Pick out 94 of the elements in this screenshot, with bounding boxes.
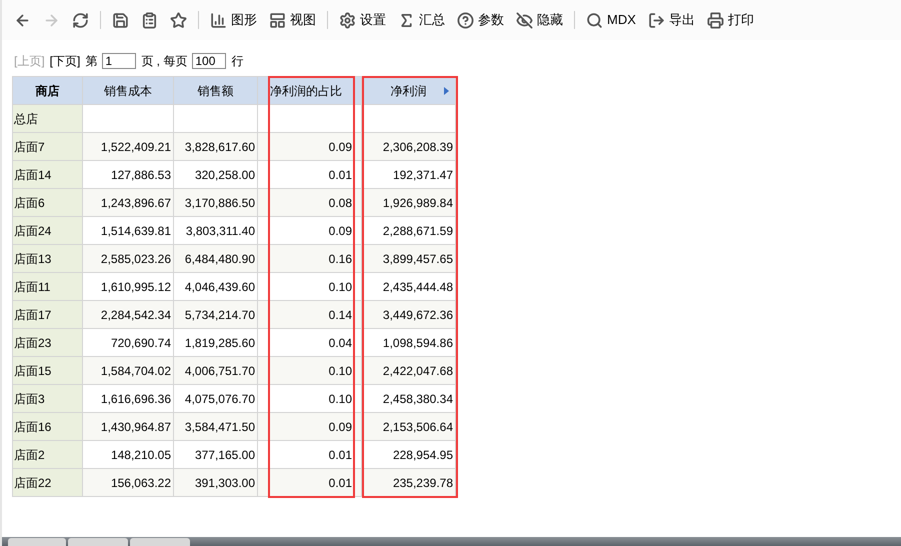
- table-cell: 1,610,995.12: [83, 273, 174, 301]
- table-cell: 1,514,639.81: [83, 217, 174, 245]
- table-cell: 320,258.00: [174, 161, 258, 189]
- per-page-field[interactable]: 100: [192, 53, 226, 69]
- toolbar-button[interactable]: 汇总: [394, 7, 449, 33]
- export-icon: [648, 12, 665, 28]
- table-cell: 0.09: [258, 413, 355, 441]
- table-cell: 2,306,208.39: [362, 133, 456, 161]
- table-cell: 2,458,380.34: [362, 385, 456, 413]
- store-cell: 店面2: [13, 441, 83, 469]
- table-cell: 0.01: [258, 469, 355, 497]
- table-cell: 148,210.05: [83, 441, 174, 469]
- table-cell: 3,584,471.50: [174, 413, 258, 441]
- table-cell: 1,584,704.02: [83, 357, 174, 385]
- store-cell: 店面15: [13, 357, 83, 385]
- table-cell: 228,954.95: [362, 441, 456, 469]
- table-cell: 1,243,896.67: [83, 189, 174, 217]
- page-label: 第: [85, 53, 98, 70]
- per-page-label: 页 , 每页: [141, 53, 188, 70]
- table-cell: 1,926,989.84: [362, 189, 456, 217]
- store-cell: 店面7: [13, 133, 83, 161]
- menu-arrow-icon[interactable]: [444, 86, 449, 94]
- table-cell: 3,899,457.65: [362, 245, 456, 273]
- store-cell: 店面14: [13, 161, 83, 189]
- table-cell: 2,585,023.26: [83, 245, 174, 273]
- table-cell: 0.08: [258, 189, 355, 217]
- column-header[interactable]: 净利润: [362, 77, 456, 105]
- toolbar-button[interactable]: 设置: [335, 7, 390, 33]
- search-icon: [586, 12, 603, 28]
- next-page-link[interactable]: [下页]: [50, 52, 80, 70]
- table-cell: 720,690.74: [83, 329, 174, 357]
- star-icon: [170, 12, 187, 28]
- toolbar-button[interactable]: 导出: [644, 7, 699, 33]
- table-cell: 377,165.00: [174, 441, 258, 469]
- toolbar-button[interactable]: 隐藏: [512, 7, 567, 33]
- table-cell: 3,170,886.50: [174, 189, 258, 217]
- store-cell: 店面11: [13, 273, 83, 301]
- table-cell: 4,006,751.70: [174, 357, 258, 385]
- store-cell: 店面13: [13, 245, 83, 273]
- store-cell: 店面3: [13, 385, 83, 413]
- table-cell: 6,484,480.90: [174, 245, 258, 273]
- clipboard-icon: [141, 12, 158, 28]
- bar-chart-icon: [210, 12, 227, 28]
- table-cell: 235,239.78: [362, 469, 456, 497]
- table-cell: 4,075,076.70: [174, 385, 258, 413]
- table-cell: 5,734,214.70: [174, 301, 258, 329]
- help-icon: [457, 12, 474, 28]
- table-cell: 1,098,594.86: [362, 329, 456, 357]
- table-cell: 1,522,409.21: [83, 133, 174, 161]
- table-cell: 1,819,285.60: [174, 329, 258, 357]
- table-cell: 0.09: [258, 133, 355, 161]
- table-cell: 2,153,506.64: [362, 413, 456, 441]
- table-cell: 2,435,444.48: [362, 273, 456, 301]
- toolbar-button[interactable]: 视图: [265, 7, 320, 33]
- toolbar-button[interactable]: 参数: [453, 7, 508, 33]
- printer-icon: [706, 12, 724, 28]
- page-field[interactable]: 1: [102, 53, 136, 69]
- toolbar-button[interactable]: 打印: [702, 7, 758, 33]
- table-cell: 1,430,964.87: [83, 413, 174, 441]
- table-cell: 192,371.47: [362, 161, 456, 189]
- rows-label: 行: [231, 53, 244, 70]
- hide-icon: [516, 12, 533, 28]
- table-cell: 2,284,542.34: [83, 301, 174, 329]
- column-header[interactable]: 销售额: [174, 77, 258, 105]
- store-cell: 店面24: [13, 217, 83, 245]
- table-cell: 2,288,671.59: [362, 217, 456, 245]
- table-cell: 2,422,047.68: [362, 357, 456, 385]
- table-cell: 3,449,672.36: [362, 301, 456, 329]
- arrow-right-icon: [43, 12, 60, 28]
- table-cell: 0.10: [258, 357, 355, 385]
- store-cell: 店面6: [13, 189, 83, 217]
- layout-icon: [269, 12, 286, 28]
- refresh-icon: [72, 12, 89, 28]
- settings-icon: [339, 12, 356, 28]
- table-cell: 0.16: [258, 245, 355, 273]
- store-cell: 店面23: [13, 329, 83, 357]
- table-cell: 3,803,311.40: [174, 217, 258, 245]
- toolbar-button[interactable]: MDX: [582, 7, 640, 33]
- table-cell: 0.14: [258, 301, 355, 329]
- column-header[interactable]: 净利润的占比: [258, 77, 355, 105]
- table-cell: 156,063.22: [83, 469, 174, 497]
- table-cell: 127,886.53: [83, 161, 174, 189]
- table-cell: 1,616,696.36: [83, 385, 174, 413]
- column-header[interactable]: 商店: [13, 77, 83, 105]
- table-cell: 391,303.00: [174, 469, 258, 497]
- save-icon: [112, 12, 129, 28]
- store-cell: 店面17: [13, 301, 83, 329]
- column-header[interactable]: 销售成本: [83, 77, 174, 105]
- toolbar-button[interactable]: 图形: [206, 7, 261, 33]
- table-cell: 4,046,439.60: [174, 273, 258, 301]
- store-cell: 店面16: [13, 413, 83, 441]
- store-cell: 总店: [13, 105, 83, 133]
- table-cell: 3,828,617.60: [174, 133, 258, 161]
- store-cell: 店面22: [13, 469, 83, 497]
